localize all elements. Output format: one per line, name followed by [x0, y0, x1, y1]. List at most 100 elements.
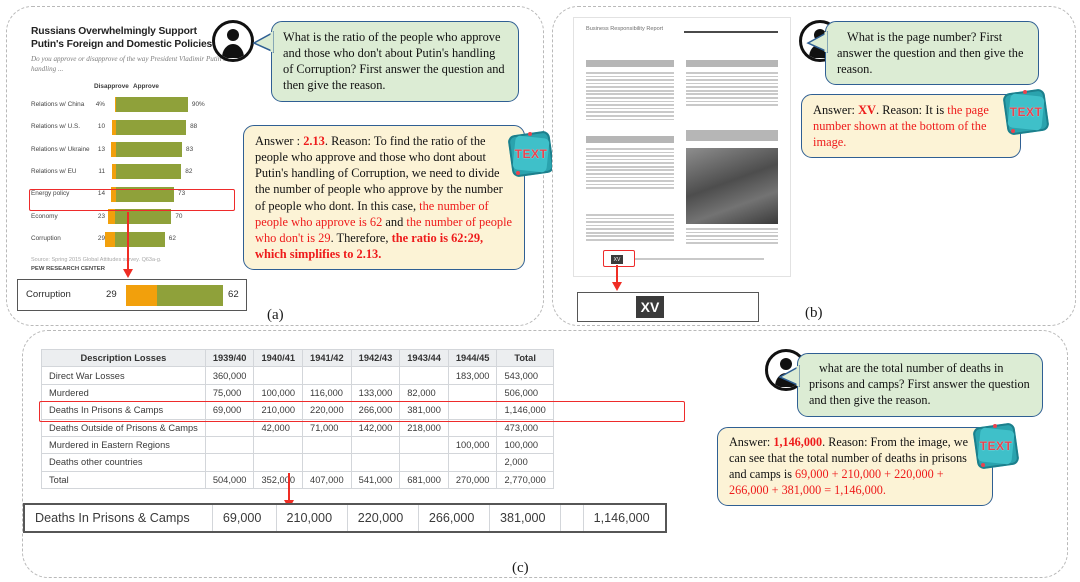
pew-row-bars [112, 119, 187, 135]
pew-row-bars [107, 209, 172, 225]
zoom-arrow-c [282, 473, 295, 509]
table-cell: 100,000 [496, 435, 554, 455]
answer-value-c: 1,146,000 [773, 435, 823, 449]
table-cell: 504,000 [204, 470, 255, 490]
zoom-page-number: XV [636, 296, 664, 318]
doc-paragraph-3 [586, 214, 674, 243]
pew-row-bars [114, 97, 188, 113]
doc-paragraph-2 [586, 148, 674, 191]
question-text-c: what are the total number of deaths in p… [809, 361, 1030, 407]
table-cell: 100,000 [253, 383, 304, 403]
pew-row-disapprove: 13 [97, 145, 105, 153]
pew-chart: Russians Overwhelmingly Support Putin's … [31, 25, 231, 282]
bar-segment-approve [115, 97, 188, 113]
table-cell [447, 453, 498, 472]
pew-row-label: Corruption [31, 235, 61, 243]
column-header-disapprove: Disapprove [94, 82, 129, 90]
text-badge-label-b: TEXT [1009, 105, 1043, 119]
pew-row-label: Relations w/ China [31, 100, 85, 108]
table-cell: Murdered in Eastern Regions [41, 435, 206, 455]
pew-row-approve: 62 [168, 235, 176, 243]
answer-bubble-b: Answer: XV. Reason: It is the page numbe… [801, 94, 1040, 159]
table-row: Deaths other countries 2,000 [41, 453, 554, 472]
doc-footer-line [634, 258, 764, 262]
table-column-header: 1941/42 [302, 348, 352, 368]
table-cell [253, 453, 304, 472]
table-cell [302, 366, 352, 385]
pew-column-headers: Disapprove Approve [31, 83, 231, 95]
user-avatar-icon [212, 20, 254, 62]
table-column-header: 1944/45 [447, 348, 498, 368]
bar-segment-approve [115, 164, 182, 180]
table-header-row: Description Losses 1939/40 1940/41 1941/42 1… [41, 348, 554, 368]
table-cell [447, 383, 498, 403]
table-column-header: 1943/44 [399, 348, 449, 368]
doc-section-heading-1 [586, 60, 674, 67]
zoom-table-cell [560, 503, 584, 533]
pew-row: Relations w/ Ukraine 13 83 [31, 140, 231, 162]
pew-source: Source: Spring 2015 Global Attitudes sur… [31, 256, 162, 263]
answer-value-a: 2.13 [303, 134, 325, 148]
table-row: Murdered in Eastern Regions 100,000 100,00… [41, 435, 554, 455]
table-cell: Murdered [41, 383, 206, 403]
answer-seg1-b: . Reason: It is [876, 103, 948, 117]
pew-row-disapprove: 4% [95, 100, 105, 108]
table-cell: 407,000 [302, 470, 352, 490]
question-bubble-b: What is the page number? First answer th… [806, 21, 1039, 86]
table-cell [253, 366, 304, 385]
table-cell: 360,000 [204, 366, 255, 385]
bubble-tail-a [252, 31, 274, 53]
bar-segment-approve [115, 231, 165, 247]
zoom-bar-approve [157, 285, 223, 306]
pew-row-disapprove: 23 [97, 212, 105, 220]
zoom-table-cell: 1,146,000 [582, 503, 667, 533]
zoom-strip-c: Deaths In Prisons & Camps 69,000 210,000 22… [23, 503, 667, 533]
panel-c: Description Losses 1939/40 1940/41 1941/42 1… [22, 330, 1068, 578]
highlight-box-prisons-row [39, 401, 685, 422]
table-cell [302, 435, 352, 455]
question-text-a: What is the ratio of the people who appr… [283, 30, 505, 93]
doc-section-heading-2 [586, 136, 674, 143]
panel-caption-c: (c) [512, 560, 529, 576]
zoom-strip-b: XV [577, 292, 759, 322]
question-bubble-a: What is the ratio of the people who appr… [252, 21, 519, 102]
bar-segment-disapprove [107, 209, 116, 225]
pew-row-label: Relations w/ U.S. [31, 123, 81, 131]
table-cell [204, 453, 255, 472]
pew-chart-title: Russians Overwhelmingly Support Putin's … [31, 26, 213, 51]
zoom-table-cell: 69,000 [211, 503, 277, 533]
answer-seg3-a: . Therefore, [330, 230, 392, 245]
bar-segment-approve [115, 209, 172, 225]
pew-row-approve: 82 [185, 167, 193, 175]
table-cell [399, 453, 449, 472]
question-text-b: What is the page number? First answer th… [837, 30, 1024, 77]
bubble-tail-b [806, 31, 828, 53]
doc-photo [686, 148, 778, 224]
pew-row: Relations w/ U.S. 10 88 [31, 117, 231, 139]
table-cell: 2,000 [496, 453, 554, 472]
pew-row-disapprove: 11 [98, 167, 105, 175]
table-cell [350, 435, 401, 455]
highlight-box-page-number [603, 250, 635, 267]
table-column-header: 1940/41 [253, 348, 304, 368]
zoom-strip-a: Corruption 29 62 [17, 279, 247, 311]
answer-seg2-a: and [382, 214, 407, 229]
table-cell: Total [41, 470, 206, 490]
zoom-table-cell: 266,000 [417, 503, 490, 533]
zoom-row-disapprove: 29 [106, 289, 117, 300]
question-bubble-c: what are the total number of deaths in p… [778, 353, 1043, 417]
text-badge-label: TEXT [514, 147, 548, 161]
table-cell: 352,000 [253, 470, 304, 490]
table-cell [350, 453, 401, 472]
pew-row-disapprove: 10 [97, 123, 105, 131]
table-cell: 133,000 [350, 383, 401, 403]
pew-row-approve: 90% [191, 100, 205, 108]
pew-row: Corruption 29 62 [31, 229, 231, 251]
doc-section-heading-3 [686, 60, 778, 67]
table-cell [399, 435, 449, 455]
table-row: Total 504,000 352,000 407,000 541,000 681,000… [41, 470, 554, 490]
text-badge-label-c: TEXT [979, 439, 1013, 453]
table-row: Direct War Losses 360,000 183,000 543,000 [41, 366, 554, 385]
table-cell: 681,000 [399, 470, 449, 490]
zoom-table-cell: 210,000 [275, 503, 348, 533]
